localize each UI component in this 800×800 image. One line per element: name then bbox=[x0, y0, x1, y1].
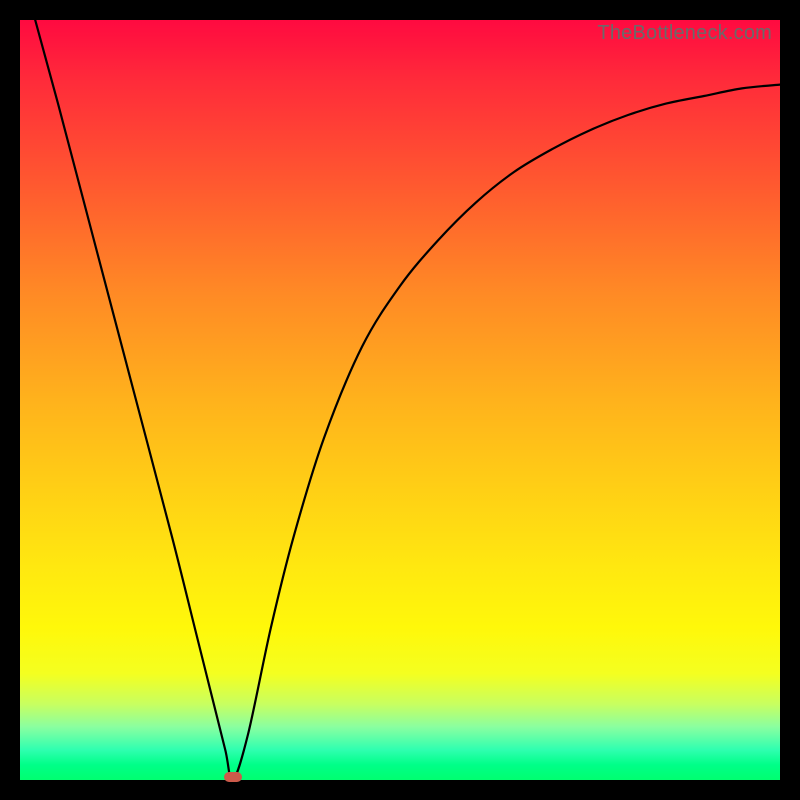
bottleneck-curve bbox=[20, 20, 780, 780]
minimum-marker bbox=[224, 772, 242, 782]
plot-area: TheBottleneck.com bbox=[20, 20, 780, 780]
